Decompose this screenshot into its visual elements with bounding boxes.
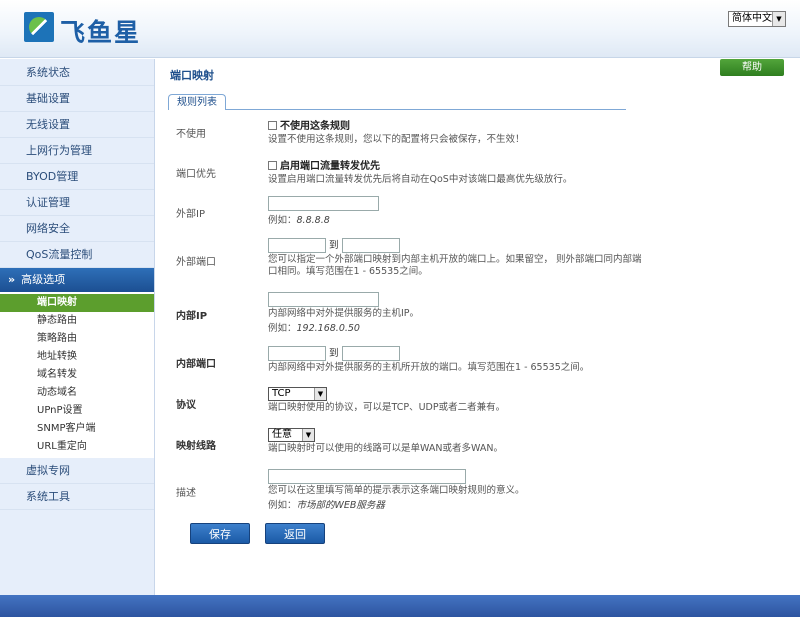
- help-button[interactable]: 帮助: [720, 59, 784, 76]
- description-example-value: 市场部的WEB服务器: [296, 500, 385, 511]
- sidebar-item-advanced-label: 高级选项: [21, 273, 66, 286]
- internal-ip-example: 例如：192.168.0.50: [268, 320, 788, 334]
- submenu: 端口映射 静态路由 策略路由 地址转换 域名转发 动态域名 UPnP设置 SNM…: [0, 292, 154, 458]
- language-value: 简体中文: [732, 13, 772, 24]
- double-chevron-down-icon: »: [8, 273, 16, 286]
- description-note: 您可以在这里填写简单的提示表示这条端口映射规则的意义。: [268, 485, 525, 496]
- priority-checkbox-label: 启用端口流量转发优先: [280, 161, 380, 172]
- internal-ip-input[interactable]: [268, 292, 379, 307]
- protocol-select[interactable]: TCP ▼: [268, 387, 327, 401]
- main-content: 端口映射 帮助 规则列表 不使用 不使用这条规则 设置不使用这条规则，您以下的配…: [166, 59, 796, 595]
- protocol-value: TCP: [272, 388, 291, 399]
- external-ip-input[interactable]: [268, 196, 379, 211]
- internal-ip-note: 内部网络中对外提供服务的主机IP。: [268, 308, 420, 319]
- route-label: 映射线路: [176, 441, 216, 452]
- protocol-label: 协议: [176, 400, 196, 411]
- sidebar-item-wireless[interactable]: 无线设置: [0, 112, 154, 138]
- description-label: 描述: [176, 488, 196, 499]
- sidebar-item-security[interactable]: 网络安全: [0, 216, 154, 242]
- sidebar-item-system-status[interactable]: 系统状态: [0, 60, 154, 86]
- submenu-item-upnp[interactable]: UPnP设置: [0, 402, 154, 420]
- chevron-down-icon: ▼: [314, 388, 326, 400]
- sidebar-item-advanced[interactable]: » 高级选项: [0, 268, 154, 292]
- external-port-label: 外部端口: [176, 257, 216, 268]
- route-select[interactable]: 任意 ▼: [268, 428, 315, 442]
- tab-divider: [168, 109, 626, 110]
- language-select[interactable]: 简体中文 ▼: [728, 11, 786, 27]
- external-port-start-input[interactable]: [268, 237, 326, 253]
- internal-port-note: 内部网络中对外提供服务的主机所开放的端口。填写范围在1 - 65535之间。: [268, 361, 590, 373]
- protocol-note: 端口映射使用的协议，可以是TCP、UDP或者二者兼有。: [268, 402, 506, 413]
- priority-label: 端口优先: [176, 169, 216, 180]
- external-ip-example-value: 8.8.8.8: [296, 215, 330, 226]
- external-port-end-input[interactable]: [341, 237, 400, 253]
- submenu-item-snmp[interactable]: SNMP客户端: [0, 420, 154, 438]
- disable-note: 设置不使用这条规则，您以下的配置将只会被保存，不生效！: [268, 134, 525, 145]
- sidebar-item-vpn[interactable]: 虚拟专网: [0, 458, 154, 484]
- submenu-item-url-redirect[interactable]: URL重定向: [0, 438, 154, 456]
- sidebar-item-auth[interactable]: 认证管理: [0, 190, 154, 216]
- submenu-item-policy-route[interactable]: 策略路由: [0, 330, 154, 348]
- footer-bar: [0, 595, 800, 617]
- brand-logo: 飞鱼星: [24, 12, 154, 47]
- back-button[interactable]: 返回: [265, 523, 325, 544]
- internal-port-end-input[interactable]: [341, 345, 400, 361]
- submenu-item-static-route[interactable]: 静态路由: [0, 312, 154, 330]
- external-port-note-2: 口相同。填写范围在1 - 65535之间。: [268, 265, 428, 277]
- brand-logo-icon: [24, 12, 54, 42]
- submenu-item-nat[interactable]: 地址转换: [0, 348, 154, 366]
- external-port-note-1: 您可以指定一个外部端口映射到内部主机开放的端口上。如果留空， 则外部端口同内部端: [268, 253, 642, 265]
- header: 飞鱼星 简体中文 ▼: [0, 0, 800, 58]
- internal-ip-label: 内部IP: [176, 311, 208, 322]
- priority-checkbox[interactable]: [268, 161, 277, 170]
- external-ip-example-prefix: 例如：: [268, 215, 297, 226]
- sidebar-item-system-tools[interactable]: 系统工具: [0, 484, 154, 510]
- description-example-prefix: 例如：: [268, 500, 297, 511]
- route-value: 任意: [272, 429, 292, 440]
- sidebar: 系统状态 基础设置 无线设置 上网行为管理 BYOD管理 认证管理 网络安全 Q…: [0, 59, 155, 595]
- disable-checkbox[interactable]: [268, 121, 277, 130]
- internal-ip-example-prefix: 例如：: [268, 323, 297, 334]
- external-port-to: 到: [329, 240, 339, 251]
- description-example: 例如：市场部的WEB服务器: [268, 497, 788, 511]
- internal-ip-example-value: 192.168.0.50: [296, 323, 360, 334]
- internal-port-start-input[interactable]: [268, 345, 326, 361]
- chevron-down-icon: ▼: [772, 12, 785, 26]
- internal-port-label: 内部端口: [176, 359, 216, 370]
- disable-checkbox-label: 不使用这条规则: [280, 121, 350, 132]
- page-title: 端口映射: [170, 69, 214, 82]
- sidebar-item-byod[interactable]: BYOD管理: [0, 164, 154, 190]
- brand-name: 飞鱼星: [60, 18, 142, 47]
- submenu-item-port-mapping[interactable]: 端口映射: [0, 294, 154, 312]
- description-input[interactable]: [268, 469, 466, 484]
- internal-port-to: 到: [329, 348, 339, 359]
- priority-note: 设置启用端口流量转发优先后将自动在QoS中对该端口最高优先级放行。: [268, 174, 573, 185]
- disable-label: 不使用: [176, 129, 206, 140]
- submenu-item-domain-forward[interactable]: 域名转发: [0, 366, 154, 384]
- sidebar-item-qos[interactable]: QoS流量控制: [0, 242, 154, 268]
- sidebar-item-basic-settings[interactable]: 基础设置: [0, 86, 154, 112]
- chevron-down-icon: ▼: [302, 429, 314, 441]
- sidebar-item-behavior-mgmt[interactable]: 上网行为管理: [0, 138, 154, 164]
- external-ip-label: 外部IP: [176, 209, 205, 220]
- tab-rule-list[interactable]: 规则列表: [168, 94, 226, 110]
- route-note: 端口映射时可以使用的线路可以是单WAN或者多WAN。: [268, 443, 503, 454]
- submenu-item-ddns[interactable]: 动态域名: [0, 384, 154, 402]
- external-ip-example: 例如：8.8.8.8: [268, 212, 788, 226]
- save-button[interactable]: 保存: [190, 523, 250, 544]
